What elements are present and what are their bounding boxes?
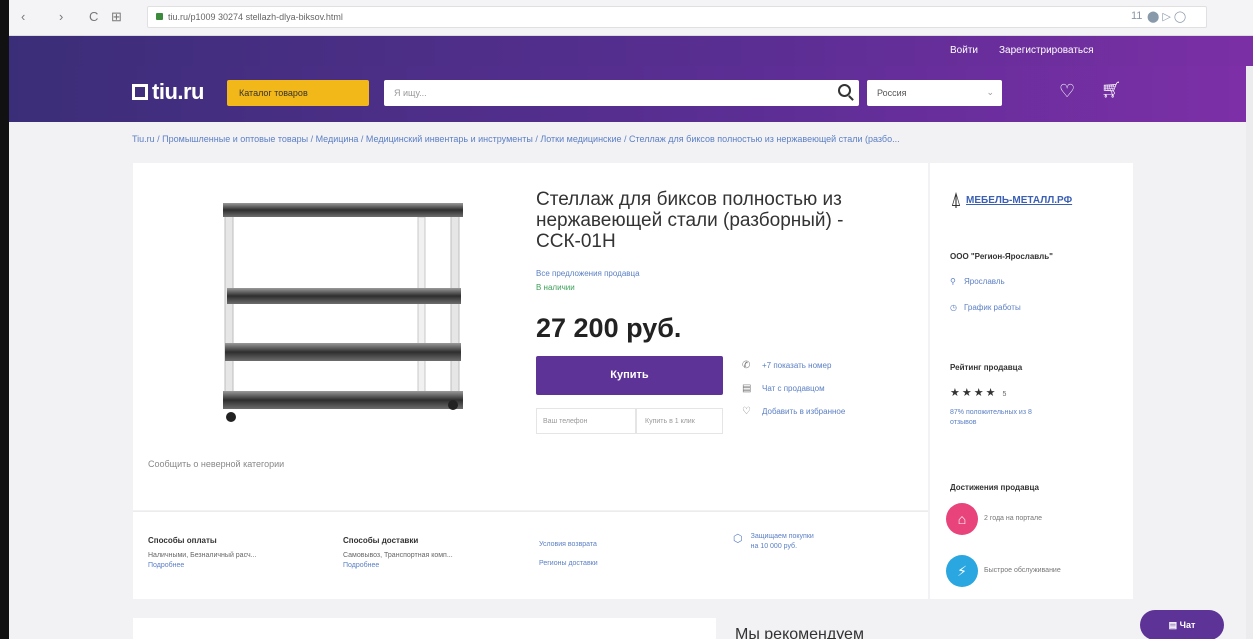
show-phone-action[interactable]: ✆ +7 показать номер: [742, 360, 831, 371]
search-placeholder: Я ищу...: [394, 88, 427, 98]
address-url: tiu.ru/p1009 30274 stellazh-dlya-biksov.…: [168, 12, 343, 22]
chat-icon: ▤: [742, 383, 752, 394]
seller-city-link[interactable]: ⚲ Ярославль: [950, 277, 1005, 286]
screen-left-edge: [0, 0, 9, 639]
seller-schedule-link[interactable]: ◷ График работы: [950, 303, 1021, 312]
search-input[interactable]: Я ищу...: [384, 80, 859, 106]
apps-icon[interactable]: ⊞: [111, 9, 122, 25]
buyer-protection[interactable]: ⬡ Защищаем покупки на 10 000 руб.: [733, 532, 814, 552]
seller-city: Ярославль: [964, 277, 1005, 286]
logo-text: tiu.ru: [152, 79, 205, 104]
lock-icon: [156, 13, 163, 20]
return-conditions-link[interactable]: Условия возврата: [539, 540, 739, 550]
forward-icon[interactable]: ›: [59, 9, 63, 25]
stock-status: В наличии: [536, 283, 575, 292]
seller-company-name: ООО "Регион-Ярославль": [950, 252, 1053, 261]
region-select[interactable]: Россия ⌄: [867, 80, 1002, 106]
report-category-link[interactable]: Сообщить о неверной категории: [148, 459, 284, 469]
product-photo: [223, 203, 463, 422]
show-phone-label: +7 показать номер: [762, 361, 832, 370]
delivery-text: Самовывоз, Транспортная комп...: [343, 552, 453, 559]
achievement-fast: ⚡︎ Быстрое обслуживание: [946, 555, 1064, 587]
add-favorite-label: Добавить в избранное: [762, 407, 846, 416]
logo-square-icon: [132, 84, 148, 100]
browser-toolbar: ‹ › C ⊞ tiu.ru/p1009 30274 stellazh-dlya…: [9, 0, 1253, 36]
back-icon[interactable]: ‹: [21, 9, 25, 25]
payment-more-link[interactable]: Подробнее: [148, 561, 348, 571]
product-card: Сообщить о неверной категории Стеллаж дл…: [133, 163, 928, 510]
reload-icon[interactable]: C: [89, 9, 98, 25]
register-link[interactable]: Зарегистрироваться: [999, 45, 1094, 56]
rating-value: 5: [1002, 391, 1007, 398]
achievement-years: ⌂ 2 года на портале: [946, 503, 1064, 535]
phone-input[interactable]: Ваш телефон: [536, 408, 636, 434]
top-strip: Войти Зарегистрироваться: [9, 36, 1253, 66]
extension-icons[interactable]: ⬤ ▷ ◯: [1147, 10, 1186, 23]
chevron-down-icon: ⌄: [986, 87, 994, 97]
star-icons: ★★★★: [950, 387, 998, 399]
phone-icon: ✆: [742, 360, 751, 371]
catalog-button[interactable]: Каталог товаров: [227, 80, 369, 106]
delivery-more-link[interactable]: Подробнее: [343, 561, 543, 571]
achievement-fast-text: Быстрое обслуживание: [984, 567, 1061, 574]
product-price: 27 200 руб.: [536, 313, 682, 343]
chat-button[interactable]: ▤ Чат: [1140, 610, 1224, 639]
seller-panel: ⍋ МЕБЕЛЬ-МЕТАЛЛ.РФ ООО "Регион-Ярославль…: [930, 163, 1133, 599]
cart-icon[interactable]: 🛒︎: [1101, 81, 1121, 101]
heart-icon: ♡: [742, 406, 751, 417]
login-link[interactable]: Войти: [950, 45, 978, 56]
payment-delivery-panel: Способы оплаты Наличными, Безналичный ра…: [133, 511, 928, 599]
breadcrumb[interactable]: Tiu.ru / Промышленные и оптовые товары /…: [132, 134, 1132, 144]
region-value: Россия: [877, 88, 907, 98]
achievements-title: Достижения продавца: [950, 483, 1039, 492]
gift-icon: ⌂: [946, 503, 978, 535]
add-favorite-action[interactable]: ♡ Добавить в избранное: [742, 406, 845, 417]
seller-logo[interactable]: ⍋ МЕБЕЛЬ-МЕТАЛЛ.РФ: [950, 189, 1072, 212]
recommendation-card: [133, 618, 716, 639]
shield-icon: ⬡: [733, 533, 743, 545]
rating-title: Рейтинг продавца: [950, 363, 1023, 372]
payment-title: Способы оплаты: [148, 536, 217, 545]
page-scrollbar[interactable]: [1246, 66, 1253, 639]
buy-button[interactable]: Купить: [536, 356, 723, 395]
positive-reviews-link[interactable]: 87% положительных из 8 отзывов: [950, 408, 1060, 428]
search-icon[interactable]: [838, 84, 851, 97]
payment-text: Наличными, Безналичный расч...: [148, 552, 257, 559]
delivery-title: Способы доставки: [343, 536, 419, 545]
product-title: Стеллаж для биксов полностью из нержавею…: [536, 189, 844, 252]
site-header: tiu.ru Каталог товаров Я ищу... Россия ⌄…: [9, 66, 1253, 122]
delivery-methods: Способы доставки Самовывоз, Транспортная…: [343, 536, 543, 571]
return-regions: Условия возврата Регионы доставки: [539, 540, 739, 569]
achievement-years-text: 2 года на портале: [984, 515, 1043, 522]
site-logo[interactable]: tiu.ru: [132, 78, 205, 106]
recommend-title: Мы рекомендуем: [735, 626, 864, 639]
one-click-buy-button[interactable]: Купить в 1 клик: [636, 408, 723, 434]
chat-button-label: Чат: [1179, 620, 1196, 630]
lightning-icon: ⚡︎: [946, 555, 978, 587]
extension-counter[interactable]: 11: [1131, 10, 1142, 22]
chat-seller-label: Чат с продавцом: [762, 384, 825, 393]
protection-text: Защищаем покупки на 10 000 руб.: [750, 533, 814, 550]
favorites-heart-icon[interactable]: ♡: [1059, 81, 1075, 101]
location-pin-icon: ⚲: [950, 277, 956, 286]
chat-seller-action[interactable]: ▤ Чат с продавцом: [742, 383, 825, 394]
clock-icon: ◷: [950, 303, 957, 312]
payment-methods: Способы оплаты Наличными, Безналичный ра…: [148, 536, 348, 571]
chat-bubble-icon: ▤: [1168, 620, 1180, 630]
address-bar[interactable]: tiu.ru/p1009 30274 stellazh-dlya-biksov.…: [147, 6, 1207, 28]
tower-icon: ⍋: [950, 189, 962, 211]
delivery-regions-link[interactable]: Регионы доставки: [539, 559, 739, 569]
rating-stars: ★★★★ 5: [950, 386, 1006, 399]
all-offers-link[interactable]: Все предложения продавца: [536, 269, 640, 278]
seller-schedule: График работы: [964, 303, 1021, 312]
seller-logo-text: МЕБЕЛЬ-МЕТАЛЛ.РФ: [966, 195, 1073, 206]
